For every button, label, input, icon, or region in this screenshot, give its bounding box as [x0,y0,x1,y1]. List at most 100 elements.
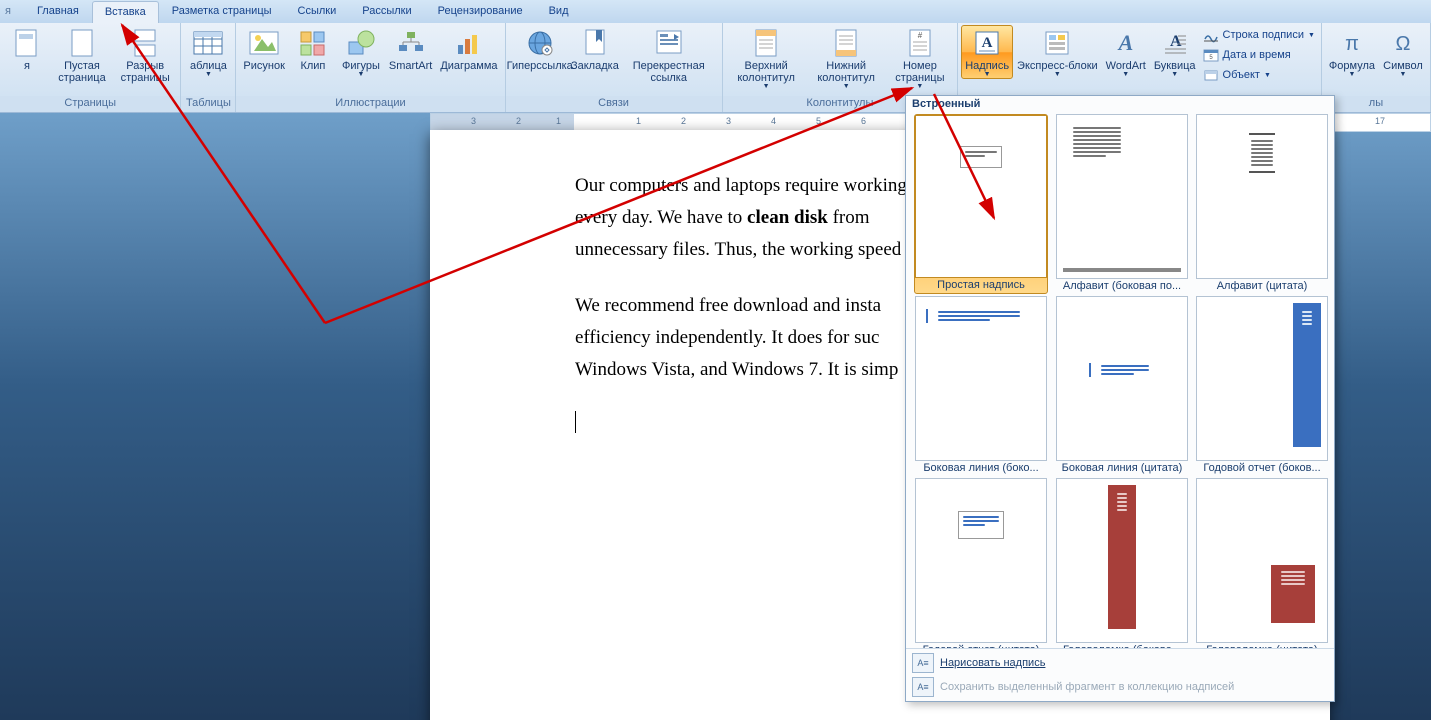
crossref-icon [653,27,685,59]
dropcap-icon: A [1159,27,1191,59]
gallery-footer: A≡ Нарисовать надпись A≡ Сохранить выдел… [906,648,1334,701]
equation-icon: π [1336,27,1368,59]
blank-page-icon [66,27,98,59]
tab-home[interactable]: Главная [24,0,92,23]
signature-line-button[interactable]: Строка подписи ▼ [1203,26,1315,44]
group-links: Гиперссылка Закладка Перекрестная ссылка… [506,23,723,112]
blank-page-button[interactable]: Пустая страница [51,25,113,85]
save-selection-icon: A≡ [912,677,934,697]
header-button[interactable]: Верхний колонтитул ▼ [726,25,807,91]
header-icon [750,27,782,59]
table-icon [192,27,224,59]
page-break-icon [129,27,161,59]
textbox-icon: A [971,27,1003,59]
chevron-down-icon: ▼ [1171,72,1178,78]
chevron-down-icon: ▼ [984,72,991,78]
group-label-pages: Страницы [0,96,180,112]
gallery-item-puzzle-side[interactable]: Головоломка (боковa... [1056,478,1188,648]
object-button[interactable]: Объект ▼ [1203,66,1315,84]
chevron-down-icon: ▼ [843,84,850,90]
tab-view[interactable]: Вид [536,0,582,23]
symbol-icon: Ω [1387,27,1419,59]
chart-button[interactable]: Диаграмма [436,25,501,73]
gallery-item-alpha-side[interactable]: Алфавит (боковая по... [1056,114,1188,294]
clip-icon [297,27,329,59]
gallery-header: Встроенный [906,96,1334,112]
chart-icon [453,27,485,59]
tab-insert[interactable]: Вставка [92,1,159,24]
svg-text:A: A [1116,30,1133,55]
gallery-item-alpha-quote[interactable]: Алфавит (цитата) [1196,114,1328,294]
date-time-button[interactable]: 5 Дата и время [1203,46,1315,64]
group-pages: я Пустая страница Разрыв страницы Страни… [0,23,181,112]
chevron-down-icon: ▼ [205,72,212,78]
wordart-button[interactable]: A WordArt ▼ [1102,25,1150,79]
hyperlink-button[interactable]: Гиперссылка [509,25,571,73]
chevron-down-icon: ▼ [357,72,364,78]
svg-text:A: A [982,35,993,51]
smartart-icon [395,27,427,59]
bookmark-button[interactable]: Закладка [571,25,619,73]
textbox-button[interactable]: A Надпись ▼ [961,25,1013,79]
datetime-icon: 5 [1203,47,1219,63]
gallery-item-sideline-side[interactable]: Боковая линия (боко... [914,296,1048,476]
footer-icon [830,27,862,59]
svg-text:#: # [918,31,923,40]
bookmark-icon [579,27,611,59]
gallery-item-annual-side[interactable]: Годовой отчет (боков... [1196,296,1328,476]
shapes-button[interactable]: Фигуры ▼ [337,25,385,79]
page-icon [11,27,43,59]
tab-page-layout[interactable]: Разметка страницы [159,0,285,23]
gallery-item-puzzle-quote[interactable]: Головоломка (цитата) [1196,478,1328,648]
tab-review[interactable]: Рецензирование [425,0,536,23]
svg-text:Ω: Ω [1396,33,1411,55]
group-label-symbols: лы [1322,96,1430,112]
wordart-icon: A [1110,27,1142,59]
group-illustrations: Рисунок Клип Фигуры ▼ SmartArt Диаграмма… [236,23,505,112]
group-symbols: π Формула ▼ Ω Символ ▼ лы [1321,23,1431,112]
chevron-down-icon: ▼ [763,84,770,90]
gallery-item-sideline-quote[interactable]: Боковая линия (цитата) [1056,296,1188,476]
crossref-button[interactable]: Перекрестная ссылка [619,25,719,85]
picture-button[interactable]: Рисунок [239,25,289,73]
page-number-button[interactable]: # Номер страницы ▼ [886,25,955,91]
cover-page-button[interactable]: я [3,25,51,73]
group-label-links: Связи [506,96,722,112]
gallery-item-simple[interactable]: Простая надпись [914,114,1048,294]
draw-textbox-option[interactable]: A≡ Нарисовать надпись [912,653,1328,673]
chevron-down-icon: ▼ [1308,32,1315,39]
tab-mailings[interactable]: Рассылки [349,0,424,23]
chevron-down-icon: ▼ [1122,72,1129,78]
page-break-button[interactable]: Разрыв страницы [113,25,177,85]
tab-references[interactable]: Ссылки [285,0,350,23]
picture-icon [248,27,280,59]
chevron-down-icon: ▼ [1400,72,1407,78]
object-icon [1203,67,1219,83]
gallery-grid: Простая надпись Алфавит (боковая по... А… [906,112,1334,648]
save-selection-option: A≡ Сохранить выделенный фрагмент в колле… [912,677,1328,697]
tab-fragment: я [0,0,24,23]
pagenum-icon: # [904,27,936,59]
draw-textbox-icon: A≡ [912,653,934,673]
gallery-item-annual-quote[interactable]: Годовой отчет (цитата) [914,478,1048,648]
equation-button[interactable]: π Формула ▼ [1325,25,1379,79]
clip-button[interactable]: Клип [289,25,337,73]
ruler-continuation: 17 [1334,113,1431,132]
group-tables: аблица ▼ Таблицы [181,23,236,112]
sigline-icon [1203,27,1219,43]
group-label-illustrations: Иллюстрации [236,96,504,112]
quickparts-icon [1041,27,1073,59]
dropcap-button[interactable]: A Буквица ▼ [1150,25,1200,79]
footer-button[interactable]: Нижний колонтитул ▼ [807,25,886,91]
text-cursor [575,411,576,433]
quickparts-button[interactable]: Экспресс-блоки ▼ [1013,25,1102,79]
chevron-down-icon: ▼ [1348,72,1355,78]
hyperlink-icon [524,27,556,59]
smartart-button[interactable]: SmartArt [385,25,436,73]
table-button[interactable]: аблица ▼ [184,25,232,79]
chevron-down-icon: ▼ [1054,72,1061,78]
svg-text:π: π [1345,33,1359,55]
group-label-tables: Таблицы [181,96,235,112]
symbol-button[interactable]: Ω Символ ▼ [1379,25,1427,79]
textbox-gallery: Встроенный Простая надпись Алфавит (боко… [905,95,1335,702]
